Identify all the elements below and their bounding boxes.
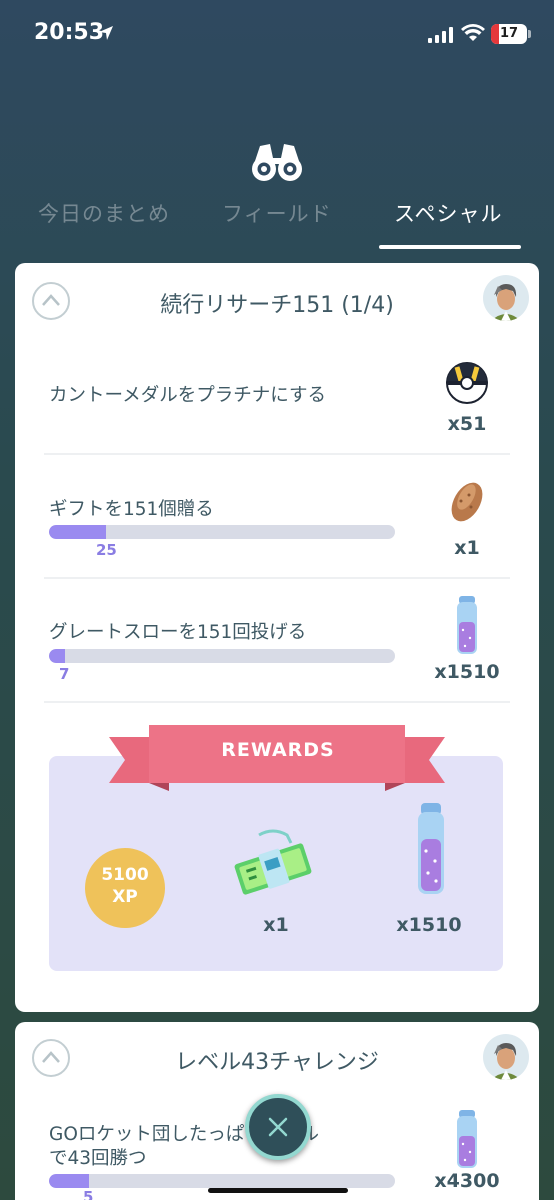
- home-indicator: [208, 1188, 348, 1193]
- status-time: 20:53: [34, 20, 105, 45]
- task-label: ギフトを151個贈る: [49, 499, 214, 520]
- special-research-card: 続行リサーチ151 (1/4) カントーメダルをプラチナにする x51 ギフトを…: [15, 263, 539, 1012]
- close-button[interactable]: [245, 1094, 311, 1160]
- tab-special[interactable]: スペシャル: [394, 198, 503, 238]
- xp-unit: XP: [112, 887, 138, 907]
- progress-bar: [49, 649, 395, 663]
- stardust-vial-icon: [457, 1110, 477, 1168]
- progress-fill: [49, 649, 66, 663]
- task-label: グレートスローを151回投げる: [49, 622, 307, 643]
- task-label: カントーメダルをプラチナにする: [49, 385, 326, 406]
- tab-bar: 今日のまとめ フィールド スペシャル: [0, 198, 554, 250]
- collapse-button[interactable]: [32, 282, 70, 320]
- wifi-icon: [461, 24, 485, 41]
- battery-indicator: 17: [491, 24, 527, 44]
- divider: [44, 453, 510, 455]
- reward-quantity: x1510: [434, 661, 500, 683]
- reward-quantity: x1: [263, 914, 289, 936]
- location-arrow-icon: [99, 26, 113, 40]
- tab-today-summary[interactable]: 今日のまとめ: [38, 198, 170, 238]
- ticket-icon: [234, 829, 312, 895]
- stardust-vial-icon: [457, 596, 477, 654]
- progress-count: 5: [83, 1188, 94, 1200]
- divider: [44, 577, 510, 579]
- progress-count: 25: [96, 541, 117, 559]
- chevron-up-icon: [42, 294, 60, 306]
- professor-avatar: [483, 1034, 529, 1080]
- binoculars-icon: [252, 144, 302, 181]
- status-bar: 20:53 17: [0, 0, 554, 70]
- stardust-vial-icon: [418, 803, 444, 894]
- ultra-ball-icon: [446, 362, 488, 404]
- reward-quantity: x1510: [396, 914, 462, 936]
- battery-level: 17: [499, 26, 519, 41]
- research-title: 続行リサーチ151 (1/4): [160, 293, 394, 318]
- progress-fill: [49, 1174, 90, 1188]
- progress-count: 7: [59, 665, 70, 683]
- collapse-button[interactable]: [32, 1039, 70, 1077]
- xp-badge: 5100 XP: [85, 848, 165, 928]
- task-label-line2: で43回勝つ: [49, 1148, 147, 1169]
- progress-fill: [49, 525, 107, 539]
- reward-quantity: x51: [447, 413, 487, 435]
- reward-quantity: x1: [454, 537, 480, 559]
- professor-avatar: [483, 275, 529, 321]
- divider: [44, 701, 510, 703]
- close-icon: [268, 1117, 288, 1137]
- mystery-gift-icon: [451, 482, 483, 522]
- cellular-signal-icon: [428, 27, 453, 43]
- reward-quantity: x4300: [434, 1170, 500, 1192]
- tab-field[interactable]: フィールド: [222, 198, 332, 238]
- xp-value: 5100: [101, 865, 149, 885]
- active-tab-indicator: [379, 245, 521, 249]
- chevron-up-icon: [42, 1051, 60, 1063]
- progress-bar: [49, 525, 395, 539]
- challenge-title: レベル43チャレンジ: [175, 1050, 379, 1075]
- rewards-banner-text: REWARDS: [221, 739, 335, 761]
- progress-bar: [49, 1174, 395, 1188]
